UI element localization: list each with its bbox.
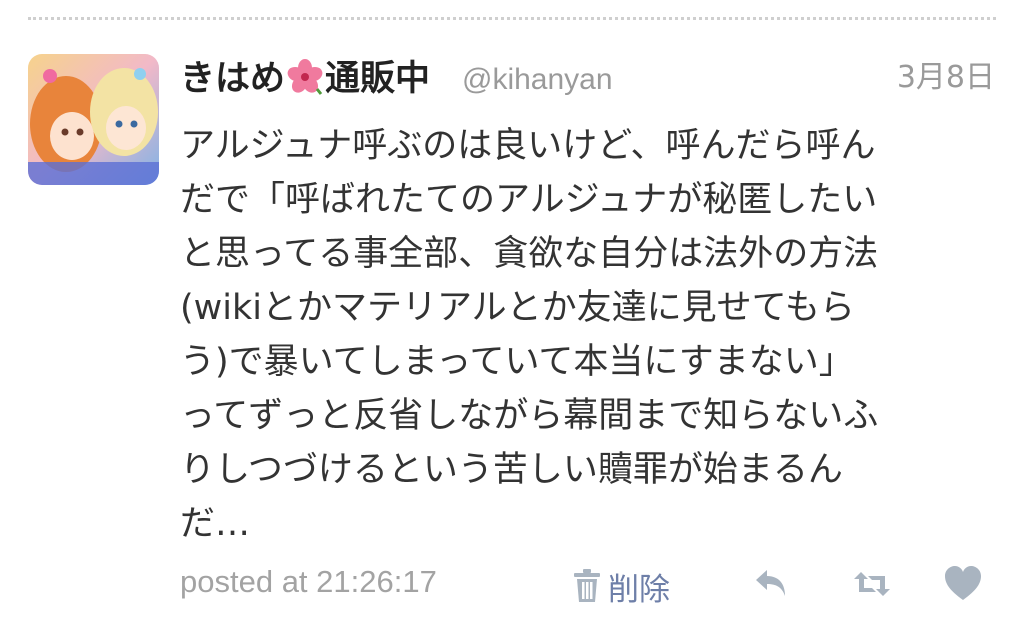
display-name-part1: きはめ — [180, 59, 286, 99]
delete-button[interactable]: 削除 — [572, 564, 670, 608]
avatar[interactable] — [28, 54, 159, 185]
divider — [28, 17, 996, 20]
tweet-text-line: だで「呼ばれたてのアルジュナが秘匿したい — [180, 180, 878, 220]
tweet-text-line: う)で暴いてしまっていて本当にすまない」 — [180, 342, 854, 382]
reply-icon[interactable] — [752, 564, 792, 604]
trash-icon — [574, 569, 600, 602]
tweet-footer: posted at 21:26:17 削除 — [180, 560, 1000, 612]
display-name-part2: 通販中 — [325, 59, 431, 99]
delete-label: 削除 — [608, 571, 670, 608]
tweet-text-line: (wikiとかマテリアルとか友達に見せてもら — [180, 288, 855, 328]
user-handle[interactable]: @kihanyan — [462, 54, 613, 106]
retweet-icon[interactable] — [852, 564, 892, 604]
tweet-text-line: だ… — [180, 504, 251, 544]
display-name[interactable]: きはめ 通販中 — [180, 54, 430, 104]
heart-icon[interactable] — [943, 564, 983, 604]
tweet-text-line: りしつづけるという苦しい贖罪が始まるん — [180, 450, 843, 490]
tweet-text-line: アルジュナ呼ぶのは良いけど、呼んだら呼ん — [180, 126, 876, 166]
posted-timestamp[interactable]: posted at 21:26:17 — [180, 564, 437, 600]
tweet-text-line: と思ってる事全部、貪欲な自分は法外の方法 — [180, 234, 879, 274]
tweet-text: アルジュナ呼ぶのは良いけど、呼んだら呼ん だで「呼ばれたてのアルジュナが秘匿した… — [180, 119, 996, 551]
hibiscus-icon — [287, 59, 323, 95]
tweet-text-line: ってずっと反省しながら幕間まで知らないふ — [180, 396, 879, 436]
tweet-header: きはめ 通販中 @kihanyan 3月8日 — [180, 54, 995, 104]
tweet-date[interactable]: 3月8日 — [897, 54, 995, 102]
avatar-image — [28, 54, 159, 185]
